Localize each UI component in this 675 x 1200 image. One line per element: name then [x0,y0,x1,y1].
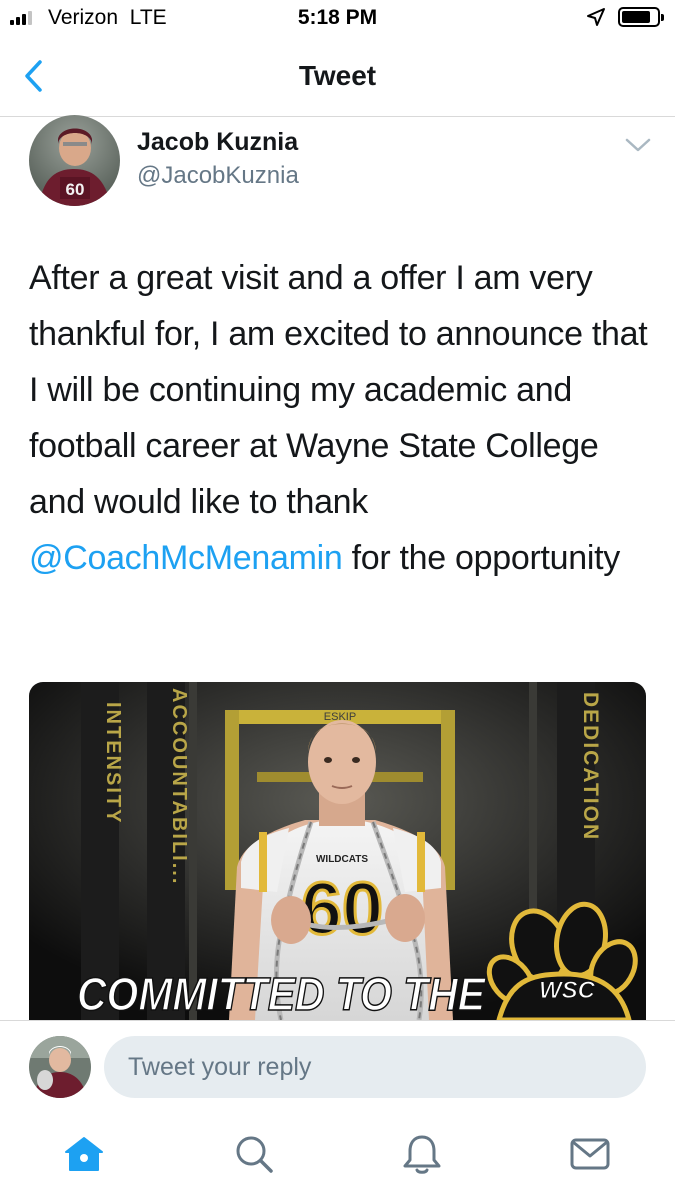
author-avatar[interactable]: 60 [29,115,120,206]
home-icon[interactable] [62,1132,106,1176]
messages-icon[interactable] [568,1132,612,1176]
jersey-number: 60 [301,867,383,950]
user-avatar[interactable] [29,1036,91,1098]
reply-bar [0,1020,675,1117]
mention-link[interactable]: @CoachMcMenamin [29,539,343,577]
jersey-team: WILDCATS [316,854,368,865]
navigation-bar: Tweet [0,40,675,117]
wsc-logo-text: WSC [539,977,596,1004]
author-name[interactable]: Jacob Kuznia [137,128,298,157]
tab-bar [0,1116,675,1200]
media-headline: COMMITTED TO THE [77,968,486,1020]
chevron-down-icon[interactable] [622,133,654,157]
notifications-icon[interactable] [400,1132,444,1176]
tweet-media-image[interactable]: ESKIP INTENSITY ACCOUNTABILI... DEDICATI… [29,682,646,1020]
svg-text:60: 60 [66,180,85,199]
tweet-text: After a great visit and a offer I am ver… [29,259,648,577]
status-bar: Verizon LTE 5:18 PM [0,0,675,40]
search-icon[interactable] [232,1132,276,1176]
location-arrow-icon [587,8,605,26]
battery-icon [618,7,664,27]
page-title: Tweet [298,60,377,91]
banner-intensity: INTENSITY [102,702,124,824]
author-handle[interactable]: @JacobKuznia [137,162,299,190]
status-time: 5:18 PM [297,6,378,29]
reply-input[interactable] [104,1036,646,1098]
banner-accountability: ACCOUNTABILI... [168,688,190,885]
banner-dedication: DEDICATION [579,692,602,841]
